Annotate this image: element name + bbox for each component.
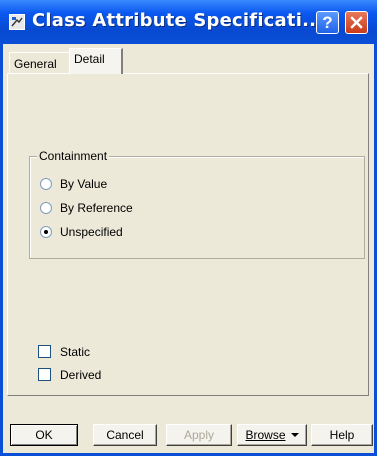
radio-label: By Value [60, 177, 108, 191]
tab-general[interactable]: General [9, 52, 69, 74]
help-title-button[interactable]: ? [316, 11, 339, 34]
cancel-button[interactable]: Cancel [93, 424, 157, 446]
checkbox-box[interactable] [38, 368, 51, 381]
browse-button-label: Browse [245, 428, 286, 442]
checkbox-box[interactable] [38, 345, 51, 358]
containment-group-label: Containment [37, 149, 110, 163]
radio-button-selected[interactable] [40, 226, 52, 238]
radio-label: By Reference [60, 201, 133, 215]
checkbox-label: Derived [60, 368, 102, 382]
close-button[interactable] [345, 11, 368, 34]
apply-button[interactable]: Apply [166, 424, 232, 446]
dialog-client-area: General Detail Containment By Value By R… [3, 44, 374, 453]
browse-button[interactable]: Browse [237, 424, 307, 446]
radio-button[interactable] [40, 178, 52, 190]
app-icon[interactable] [9, 14, 25, 30]
help-button[interactable]: Help [311, 424, 373, 446]
dialog-window: Class Attribute Specificati... ? General… [0, 0, 377, 456]
radio-label: Unspecified [60, 225, 123, 239]
tab-detail[interactable]: Detail [69, 48, 123, 74]
radio-button[interactable] [40, 202, 52, 214]
title-bar[interactable]: Class Attribute Specificati... ? [0, 0, 377, 44]
window-title: Class Attribute Specificati... [32, 10, 324, 31]
chevron-down-icon [290, 433, 299, 437]
checkbox-label: Static [60, 345, 91, 359]
ok-button[interactable]: OK [10, 424, 78, 446]
close-x-icon [350, 16, 363, 29]
